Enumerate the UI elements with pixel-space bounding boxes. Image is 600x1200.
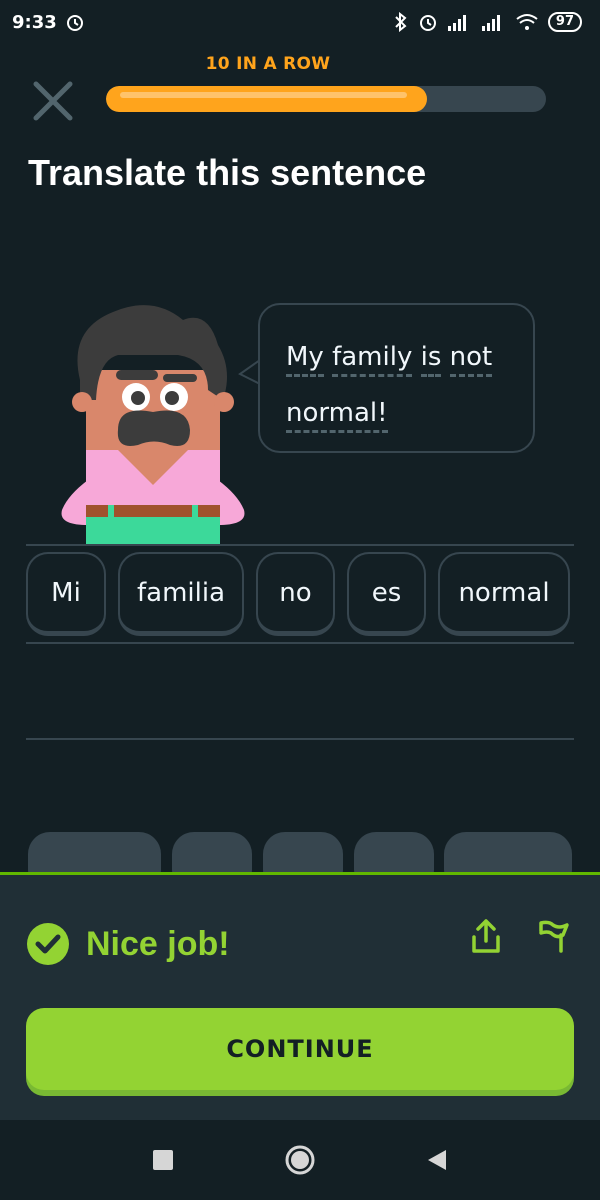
answer-word-chip[interactable]: es <box>347 552 426 636</box>
prompt-sentence: My family is not normal! <box>286 329 509 441</box>
character-illustration <box>61 305 245 545</box>
prompt-word[interactable]: not <box>449 342 493 377</box>
continue-button[interactable]: CONTINUE <box>26 1008 574 1090</box>
progress-shine <box>120 92 408 98</box>
answer-line-top <box>26 544 574 546</box>
recents-icon[interactable] <box>152 1149 174 1171</box>
prompt-word[interactable]: is <box>420 342 442 377</box>
feedback-panel: Nice job! CONTINUE <box>0 872 600 1120</box>
signal-icon <box>481 15 500 31</box>
progress-bar <box>106 86 546 112</box>
check-circle-icon <box>27 923 69 965</box>
page-title: Translate this sentence <box>28 152 427 193</box>
close-icon[interactable] <box>30 78 76 124</box>
progress-fill <box>106 86 428 112</box>
answer-word-chip[interactable]: no <box>256 552 335 636</box>
prompt-word[interactable]: family <box>332 342 413 377</box>
speech-bubble: My family is not normal! <box>258 303 535 453</box>
answer-word-chip[interactable]: familia <box>118 552 244 636</box>
answer-word-chip[interactable]: Mi <box>26 552 106 636</box>
answer-line-middle <box>26 642 574 644</box>
battery-icon: 97 <box>547 12 582 32</box>
status-time: 9:33 <box>12 11 57 33</box>
share-icon[interactable] <box>468 917 504 957</box>
alarm-icon <box>66 15 83 31</box>
home-icon[interactable] <box>284 1144 316 1176</box>
feedback-row: Nice job! <box>26 922 230 966</box>
status-bar: 9:33 97 <box>0 0 600 44</box>
navigation-bar <box>0 1120 600 1200</box>
back-icon[interactable] <box>426 1148 448 1172</box>
signal-icon <box>447 15 466 31</box>
flag-icon[interactable] <box>535 919 571 955</box>
feedback-message: Nice job! <box>86 924 230 963</box>
alarm-icon <box>419 15 436 31</box>
bluetooth-icon <box>395 12 407 32</box>
status-left: 9:33 <box>12 12 85 33</box>
status-right: 97 <box>394 12 582 32</box>
streak-label: 10 IN A ROW <box>205 54 331 74</box>
answer-area: Mi familia no es normal <box>26 552 574 636</box>
prompt-word[interactable]: normal! <box>286 398 388 433</box>
answer-line-bottom <box>26 738 574 740</box>
answer-word-chip[interactable]: normal <box>438 552 570 636</box>
prompt-word[interactable]: My <box>286 342 324 377</box>
wifi-icon <box>516 14 538 30</box>
